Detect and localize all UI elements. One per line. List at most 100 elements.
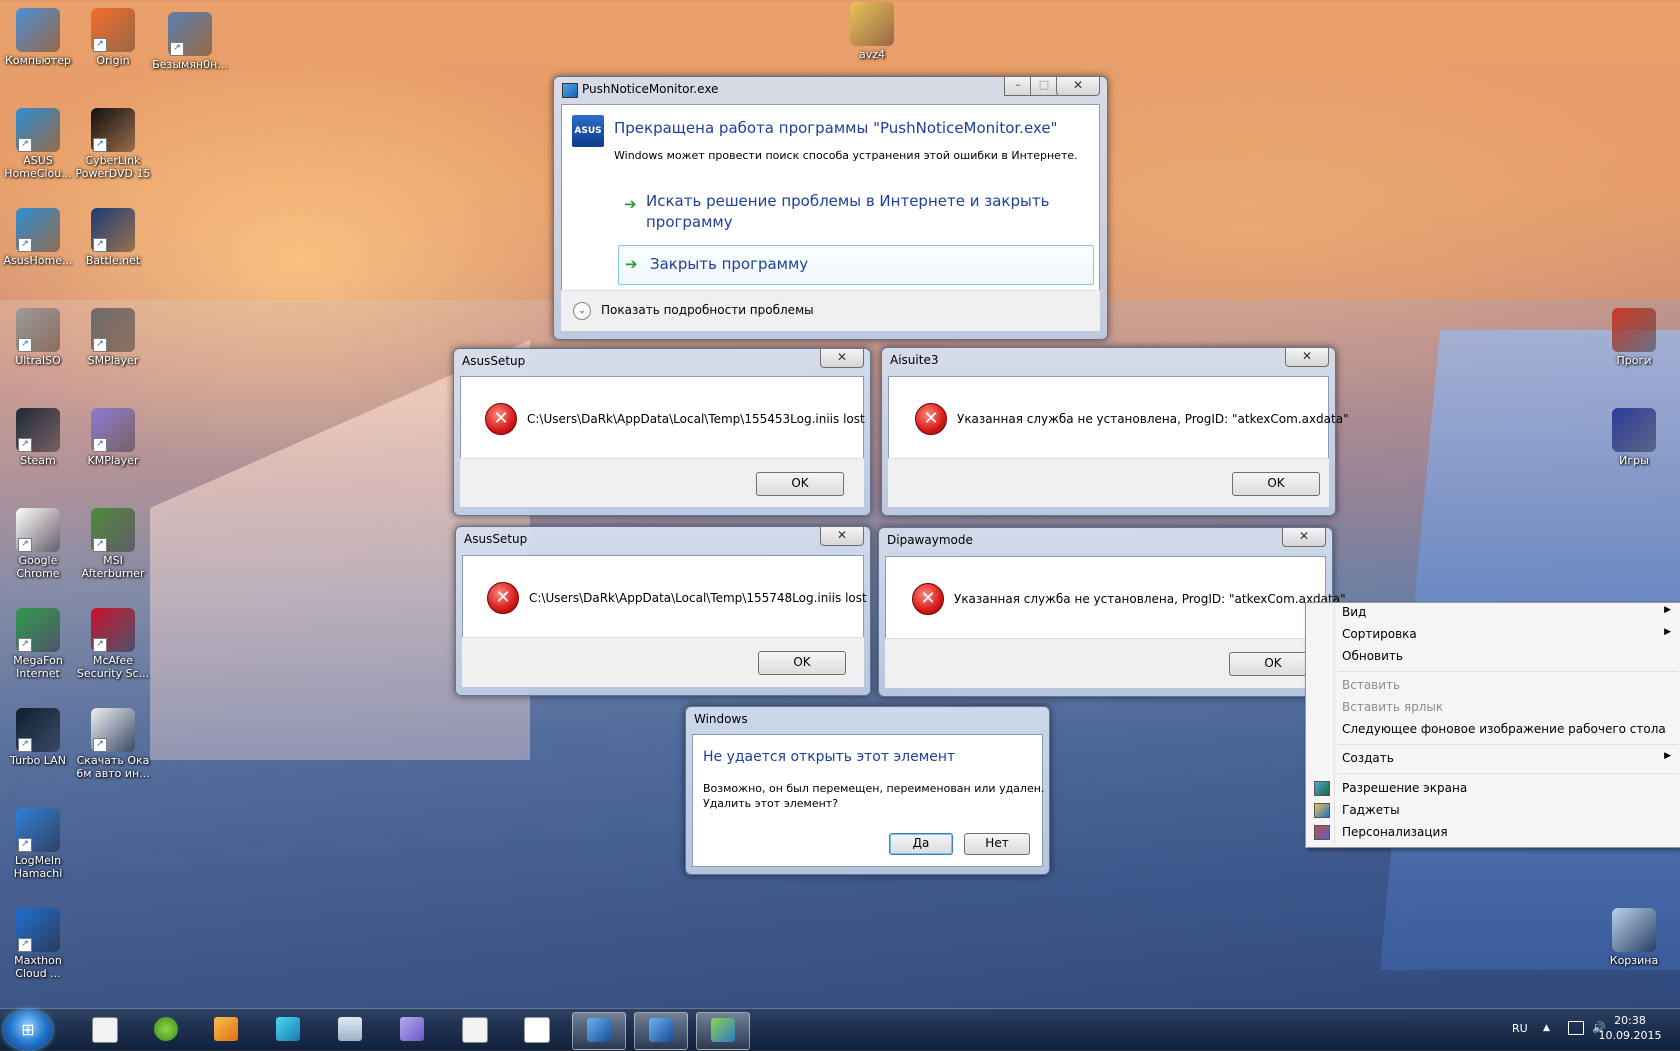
taskbar-pin-kmplayer[interactable]	[386, 1012, 438, 1048]
desktop-icon[interactable]: ↗ UltraISO	[0, 308, 76, 367]
desktop-icon[interactable]: ↗ Google Chrome	[0, 508, 76, 580]
menu-item-next-background[interactable]: Следующее фоновое изображение рабочего с…	[1342, 722, 1666, 736]
no-button[interactable]: Нет	[964, 833, 1030, 855]
menu-item-personalize[interactable]: Персонализация	[1342, 825, 1448, 839]
dialog-title: Dipawaymode	[887, 533, 973, 547]
menu-item-refresh[interactable]: Обновить	[1342, 649, 1403, 663]
windows-dialog: Windows Не удается открыть этот элемент …	[685, 706, 1050, 875]
taskbar-window-3[interactable]	[696, 1012, 750, 1050]
taskbar-pin-utorrent[interactable]	[140, 1012, 192, 1048]
taskbar-pin-document[interactable]	[78, 1012, 130, 1048]
dialog-body: ASUS Прекращена работа программы "PushNo…	[561, 104, 1100, 291]
shortcut-arrow-icon: ↗	[93, 738, 107, 752]
taskbar-pin-blank-file[interactable]	[510, 1012, 562, 1048]
desktop-icon[interactable]: ↗ Origin	[75, 8, 151, 67]
desktop-icon[interactable]: ↗ Безымян0н...	[152, 12, 228, 71]
yes-button[interactable]: Да	[889, 833, 953, 855]
network-icon[interactable]	[1568, 1021, 1584, 1035]
crash-heading: Прекращена работа программы "PushNoticeM…	[614, 119, 1058, 137]
desktop-icon[interactable]: ↗ KMPlayer	[75, 408, 151, 467]
desktop-icon[interactable]: Корзина	[1596, 908, 1672, 967]
origin-icon: ↗	[91, 8, 135, 52]
menu-item-screen-resolution[interactable]: Разрешение экрана	[1342, 781, 1467, 795]
desktop-icon[interactable]: ↗ CyberLink PowerDVD 15	[75, 108, 151, 180]
clock-time: 20:38	[1614, 1014, 1646, 1027]
ok-button[interactable]: OK	[1232, 472, 1320, 496]
desktop-icon[interactable]: ↗ MSI Afterburner	[75, 508, 151, 580]
shortcut-arrow-icon: ↗	[18, 838, 32, 852]
close-button[interactable]: ✕	[1285, 348, 1329, 367]
menu-item-sort[interactable]: Сортировка	[1342, 627, 1417, 641]
clock[interactable]: 20:38 10.09.2015	[1592, 1013, 1668, 1043]
menu-item-create[interactable]: Создать	[1342, 751, 1394, 765]
maxthon-icon: ↗	[16, 908, 60, 952]
close-button[interactable]: ✕	[820, 527, 864, 546]
menu-item-gadgets[interactable]: Гаджеты	[1342, 803, 1400, 817]
desktop-icon[interactable]: ↗ McAfee Security Sc...	[75, 608, 151, 680]
desktop-icon[interactable]: Проги	[1596, 308, 1672, 367]
desktop-icon-label: Скачать Ока 6м авто ин...	[76, 754, 150, 780]
desktop-icon[interactable]: ↗ SMPlayer	[75, 308, 151, 367]
shortcut-arrow-icon: ↗	[18, 638, 32, 652]
desktop-icon[interactable]: ↗ AsusHome...	[0, 208, 76, 267]
close-button[interactable]: ✕	[1056, 77, 1100, 96]
search-solution-option[interactable]: Искать решение проблемы в Интернете и за…	[646, 191, 1049, 233]
close-program-option[interactable]: ➔ Закрыть программу	[618, 245, 1094, 285]
dialog-title: Aisuite3	[890, 353, 939, 367]
start-button[interactable]: ⊞	[4, 1010, 52, 1050]
menu-item-view[interactable]: Вид	[1342, 605, 1366, 619]
taskbar-pin-document-2[interactable]	[448, 1012, 500, 1048]
recycle-bin-icon	[1612, 908, 1656, 952]
ok-button[interactable]: OK	[756, 472, 844, 496]
taskbar-pin-music[interactable]	[262, 1012, 314, 1048]
taskbar-pin-media[interactable]	[200, 1012, 252, 1048]
show-details-link[interactable]: Показать подробности проблемы	[601, 303, 814, 317]
desktop-icon-label: Google Chrome	[16, 554, 60, 580]
menu-item-paste: Вставить	[1342, 678, 1401, 692]
desktop-icon[interactable]: ↗ Steam	[0, 408, 76, 467]
screen-resolution-icon	[1314, 781, 1330, 796]
show-hidden-icons-icon[interactable]: ▲	[1543, 1023, 1550, 1033]
taskbar-window-1[interactable]	[572, 1012, 626, 1050]
ok-button[interactable]: OK	[1229, 652, 1317, 676]
desktop-icon-label: Turbo LAN	[10, 754, 66, 767]
taskbar-pin-calculator[interactable]	[324, 1012, 376, 1048]
desktop-icon[interactable]: ↗ Скачать Ока 6м авто ин...	[75, 708, 151, 780]
asus-logo-icon: ASUS	[572, 115, 604, 147]
menu-separator	[1338, 773, 1678, 774]
ok-button[interactable]: OK	[758, 651, 846, 675]
shortcut-arrow-icon: ↗	[18, 338, 32, 352]
minimize-button[interactable]: –	[1004, 77, 1032, 96]
desktop-icon[interactable]: ↗ Maxthon Cloud ...	[0, 908, 76, 980]
language-indicator[interactable]: RU	[1512, 1022, 1528, 1035]
smplayer-icon: ↗	[91, 308, 135, 352]
turbolan-icon: ↗	[16, 708, 60, 752]
desktop-icon[interactable]: avz4	[834, 2, 910, 61]
programs-icon	[1612, 308, 1656, 352]
desktop-icon[interactable]: ↗ MegaFon Internet	[0, 608, 76, 680]
shortcut-arrow-icon: ↗	[93, 238, 107, 252]
disc-icon: ↗	[16, 308, 60, 352]
chevron-down-icon[interactable]: ⌄	[573, 302, 591, 320]
shortcut-arrow-icon: ↗	[93, 638, 107, 652]
desktop-icon[interactable]: ↗ Turbo LAN	[0, 708, 76, 767]
shortcut-arrow-icon: ↗	[93, 138, 107, 152]
dialog-footer: OK	[460, 458, 864, 507]
desktop-icon[interactable]: ↗ Battle.net	[75, 208, 151, 267]
dialog-body: ✕ Указанная служба не установлена, ProgI…	[888, 376, 1349, 459]
dialog-footer: ⌄ Показать подробности проблемы	[561, 290, 1100, 331]
close-button[interactable]: ✕	[1282, 528, 1326, 547]
crash-subtext: Windows может провести поиск способа уст…	[614, 149, 1078, 162]
desktop-icon[interactable]: Компьютер	[0, 8, 76, 67]
close-button[interactable]: ✕	[820, 349, 864, 368]
dialog-line-1: Возможно, он был перемещен, переименован…	[703, 782, 1045, 795]
taskbar-window-2[interactable]	[634, 1012, 688, 1050]
maximize-button[interactable]: □	[1030, 77, 1058, 96]
dialog-line-2: Удалить этот элемент?	[703, 797, 839, 810]
desktop-icon[interactable]: ↗ ASUS HomeClou...	[0, 108, 76, 180]
dialog-title: PushNoticeMonitor.exe	[582, 82, 719, 96]
afterburner-icon: ↗	[91, 508, 135, 552]
desktop-icon[interactable]: Игры	[1596, 408, 1672, 467]
desktop-icon[interactable]: ↗ LogMeIn Hamachi	[0, 808, 76, 880]
desktop-icon-label: Steam	[20, 454, 56, 467]
